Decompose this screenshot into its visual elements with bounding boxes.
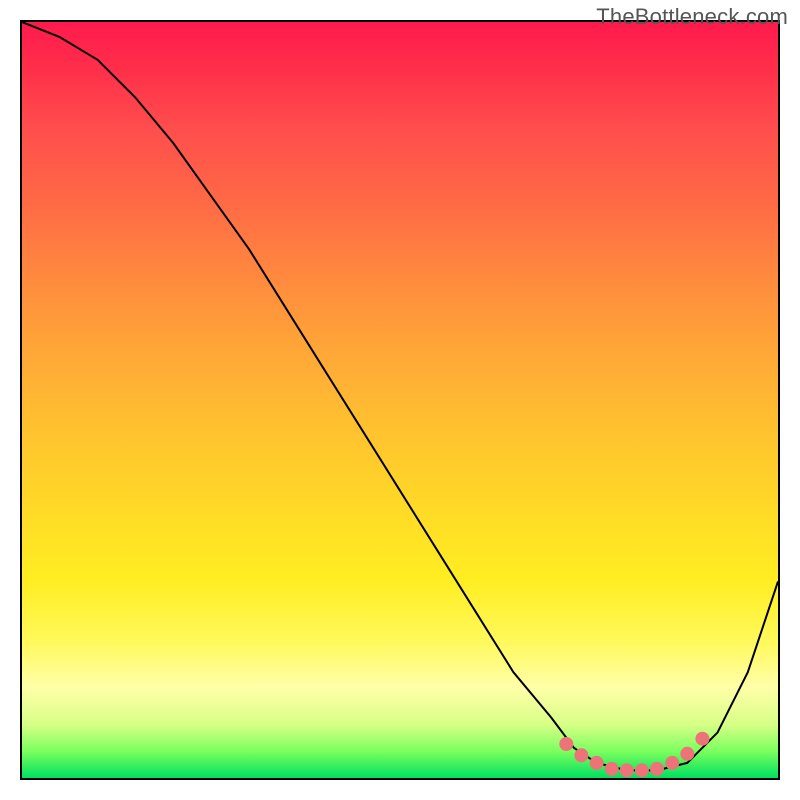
optimal-dot bbox=[695, 732, 709, 746]
optimal-dot bbox=[620, 763, 634, 777]
curve-layer bbox=[22, 22, 778, 778]
watermark-text: TheBottleneck.com bbox=[596, 4, 788, 30]
series-layer bbox=[22, 22, 778, 777]
bottleneck-curve-path bbox=[22, 22, 778, 770]
optimal-dot bbox=[590, 756, 604, 770]
bottleneck-chart: TheBottleneck.com bbox=[0, 0, 800, 800]
optimal-dot bbox=[650, 762, 664, 776]
plot-area bbox=[20, 20, 780, 780]
optimal-dot bbox=[665, 756, 679, 770]
optimal-dot bbox=[574, 748, 588, 762]
optimal-dot bbox=[559, 737, 573, 751]
optimal-dot bbox=[605, 762, 619, 776]
optimal-dot bbox=[680, 747, 694, 761]
optimal-dot bbox=[635, 763, 649, 777]
